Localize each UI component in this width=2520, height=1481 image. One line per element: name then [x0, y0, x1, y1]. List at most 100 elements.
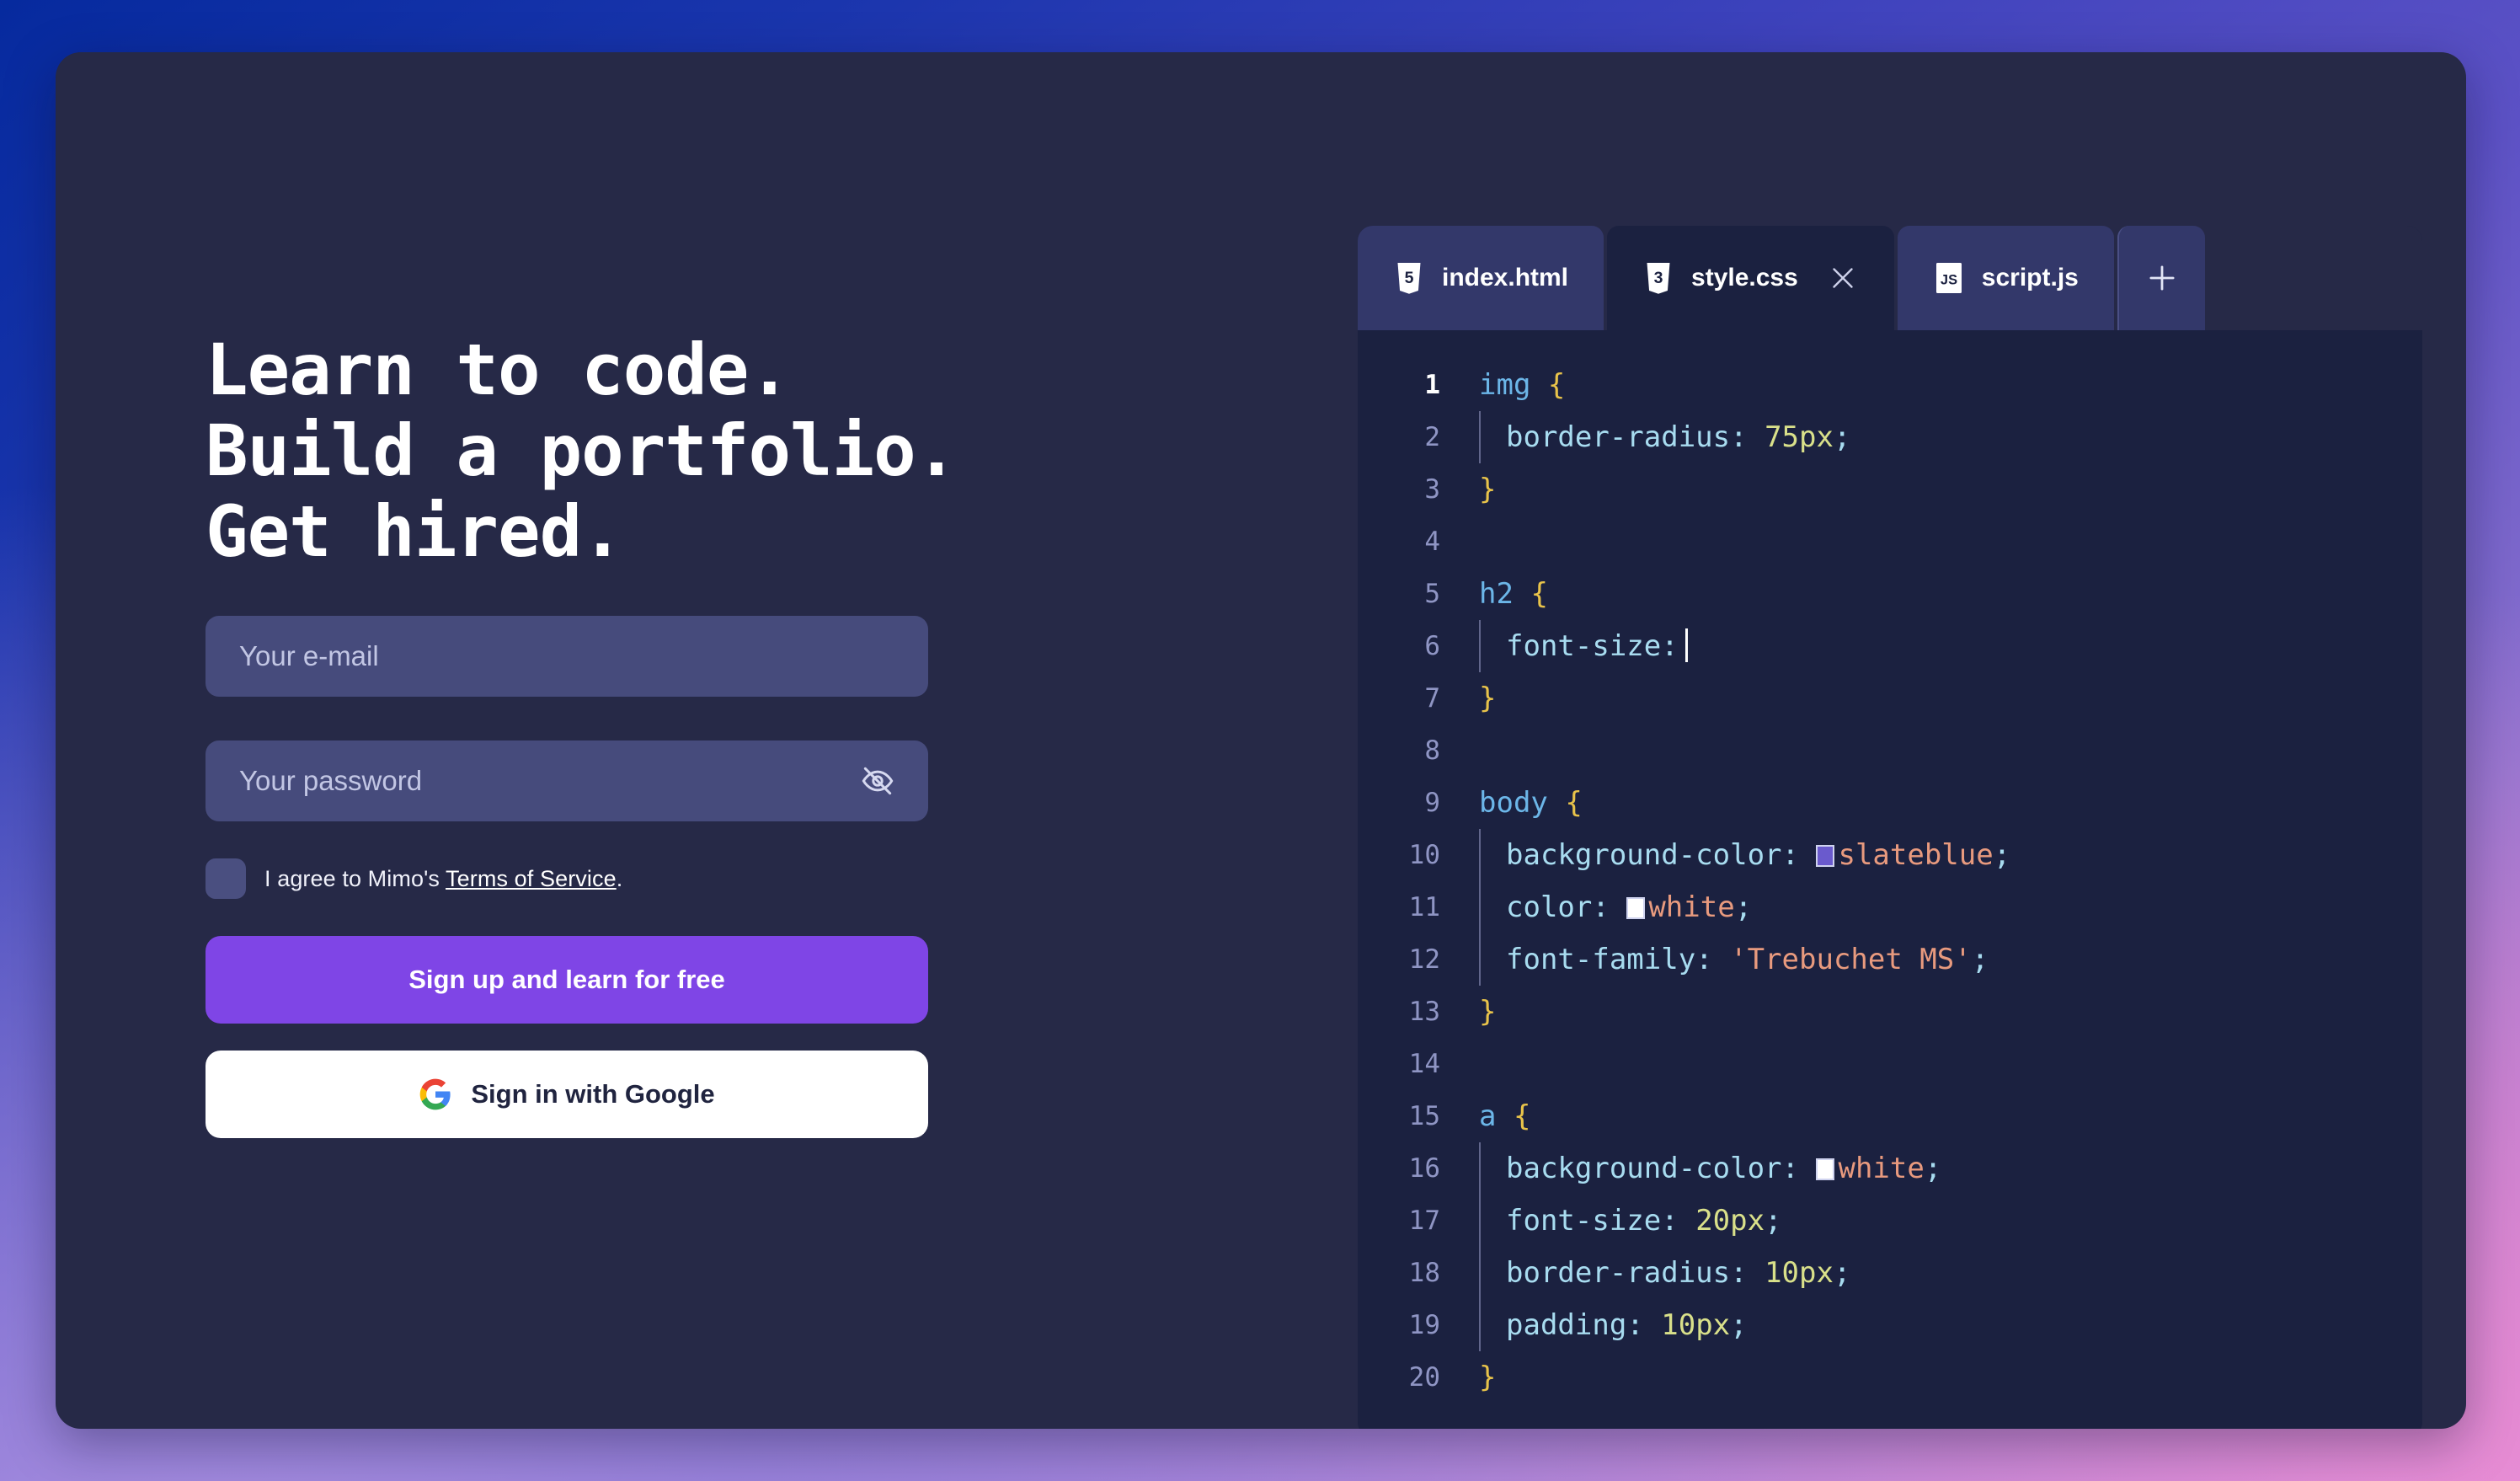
- code-line[interactable]: 2 border-radius: 75px;: [1358, 411, 2422, 463]
- code-token-punc: :: [1661, 629, 1679, 663]
- code-token-prop: font-size: [1506, 1204, 1662, 1238]
- code-line[interactable]: 14: [1358, 1038, 2422, 1090]
- code-line-text: border-radius: 75px;: [1469, 411, 1850, 463]
- code-line[interactable]: 6 font-size:: [1358, 620, 2422, 672]
- code-line[interactable]: 10 background-color: slateblue;: [1358, 829, 2422, 881]
- code-line[interactable]: 12 font-family: 'Trebuchet MS';: [1358, 933, 2422, 986]
- code-line[interactable]: 18 border-radius: 10px;: [1358, 1247, 2422, 1299]
- editor-tab-label: style.css: [1691, 264, 1798, 291]
- code-area[interactable]: 1 img {2 border-radius: 75px; 3} 4 5 h2 {6 font…: [1358, 330, 2422, 1429]
- headline-line-3: Get hired.: [206, 489, 624, 573]
- terms-checkbox[interactable]: [206, 858, 246, 900]
- js-icon: JS: [1933, 260, 1965, 296]
- svg-text:JS: JS: [1941, 273, 1957, 288]
- code-token-punc: :: [1661, 1204, 1679, 1238]
- editor-tab-style-css[interactable]: 3 style.css: [1607, 226, 1894, 330]
- svg-text:5: 5: [1405, 269, 1414, 287]
- color-swatch[interactable]: [1816, 845, 1835, 867]
- code-line[interactable]: 17 font-size: 20px;: [1358, 1195, 2422, 1247]
- line-number: 8: [1424, 735, 1440, 766]
- code-token-sel: body: [1479, 786, 1548, 820]
- code-line-text: border-radius: 10px;: [1469, 1247, 1850, 1299]
- terms-of-service-link[interactable]: Terms of Service: [446, 866, 617, 891]
- code-token-prop: border-radius: [1506, 420, 1731, 454]
- code-line-text: }: [1469, 463, 1496, 516]
- code-token-sel: h2: [1479, 577, 1514, 611]
- editor-tab-script-js[interactable]: JS script.js: [1897, 226, 2114, 330]
- code-line[interactable]: 9 body {: [1358, 777, 2422, 829]
- code-line[interactable]: 11 color: white;: [1358, 881, 2422, 933]
- code-line[interactable]: 3}: [1358, 463, 2422, 516]
- line-number: 9: [1424, 788, 1440, 818]
- line-number: 15: [1408, 1101, 1440, 1131]
- code-line-text: font-size: 20px;: [1469, 1195, 1782, 1247]
- code-line[interactable]: 20}: [1358, 1351, 2422, 1403]
- indent-guide: [1479, 881, 1481, 933]
- code-line-text: }: [1469, 986, 1496, 1038]
- code-line-text: }: [1469, 1351, 1496, 1403]
- password-input[interactable]: [206, 740, 928, 822]
- eye-off-icon[interactable]: [856, 759, 900, 803]
- code-token-punc: ;: [1734, 890, 1753, 924]
- email-input[interactable]: [206, 616, 928, 698]
- html5-icon: 5: [1393, 260, 1425, 296]
- code-line[interactable]: 7}: [1358, 672, 2422, 724]
- code-token-punc: :: [1695, 943, 1713, 976]
- code-token-kw: slateblue: [1838, 838, 1994, 872]
- code-line[interactable]: 19 padding: 10px;: [1358, 1299, 2422, 1351]
- line-number: 7: [1424, 683, 1440, 714]
- code-line-text: background-color: white;: [1469, 1142, 1941, 1195]
- code-token-prop: background-color: [1506, 838, 1782, 872]
- code-token-prop: font-family: [1506, 943, 1696, 976]
- code-line[interactable]: 13}: [1358, 986, 2422, 1038]
- google-g-icon: [419, 1077, 452, 1111]
- line-number: 1: [1424, 370, 1440, 400]
- google-signin-button[interactable]: Sign in with Google: [206, 1051, 928, 1139]
- indent-guide: [1479, 933, 1481, 986]
- code-line[interactable]: 5 h2 {: [1358, 568, 2422, 620]
- email-field-wrapper: [206, 616, 928, 698]
- code-token-brace: {: [1565, 786, 1583, 820]
- code-token-prop: background-color: [1506, 1152, 1782, 1185]
- code-line[interactable]: 8: [1358, 724, 2422, 777]
- signup-button-label: Sign up and learn for free: [408, 965, 725, 995]
- code-token-punc: ;: [1971, 943, 1989, 976]
- code-line[interactable]: 4: [1358, 516, 2422, 568]
- code-line[interactable]: 15 a {: [1358, 1090, 2422, 1142]
- color-swatch[interactable]: [1816, 1158, 1835, 1180]
- editor-tab-index-html[interactable]: 5 index.html: [1358, 226, 1604, 330]
- color-swatch[interactable]: [1626, 897, 1646, 919]
- indent-guide: [1479, 1299, 1481, 1351]
- indent-guide: [1479, 1247, 1481, 1299]
- plus-icon[interactable]: [2117, 226, 2205, 330]
- code-token-kw: white: [1648, 890, 1735, 924]
- terms-text-before: I agree to Mimo's: [264, 865, 446, 891]
- headline-line-2: Build a portfolio.: [206, 409, 958, 492]
- code-line[interactable]: 16 background-color: white;: [1358, 1142, 2422, 1195]
- code-token-punc: ;: [1833, 1256, 1851, 1290]
- indent-guide: [1479, 1142, 1481, 1195]
- code-token-punc: ;: [1730, 1308, 1748, 1342]
- code-token-punc: :: [1730, 420, 1748, 454]
- line-number: 3: [1424, 474, 1440, 505]
- code-token-punc: :: [1781, 838, 1799, 872]
- code-token-num: 10px: [1661, 1308, 1731, 1342]
- app-card: Learn to code. Build a portfolio. Get hire…: [56, 52, 2466, 1429]
- line-number: 17: [1408, 1206, 1440, 1236]
- code-token-punc: :: [1730, 1256, 1748, 1290]
- code-line[interactable]: 1 img {: [1358, 359, 2422, 411]
- signup-form: I agree to Mimo's Terms of Service. Sign…: [206, 616, 928, 1139]
- code-token-prop: color: [1506, 890, 1593, 924]
- code-line-text: a {: [1469, 1090, 1530, 1142]
- line-number: 12: [1408, 944, 1440, 975]
- code-token-sel: img: [1479, 368, 1531, 402]
- code-token-str: 'Trebuchet MS': [1730, 943, 1972, 976]
- code-token-sel: a: [1479, 1099, 1497, 1133]
- close-icon[interactable]: [1827, 262, 1859, 294]
- code-token-prop: border-radius: [1506, 1256, 1731, 1290]
- signup-button[interactable]: Sign up and learn for free: [206, 936, 928, 1024]
- code-line-text: }: [1469, 672, 1496, 724]
